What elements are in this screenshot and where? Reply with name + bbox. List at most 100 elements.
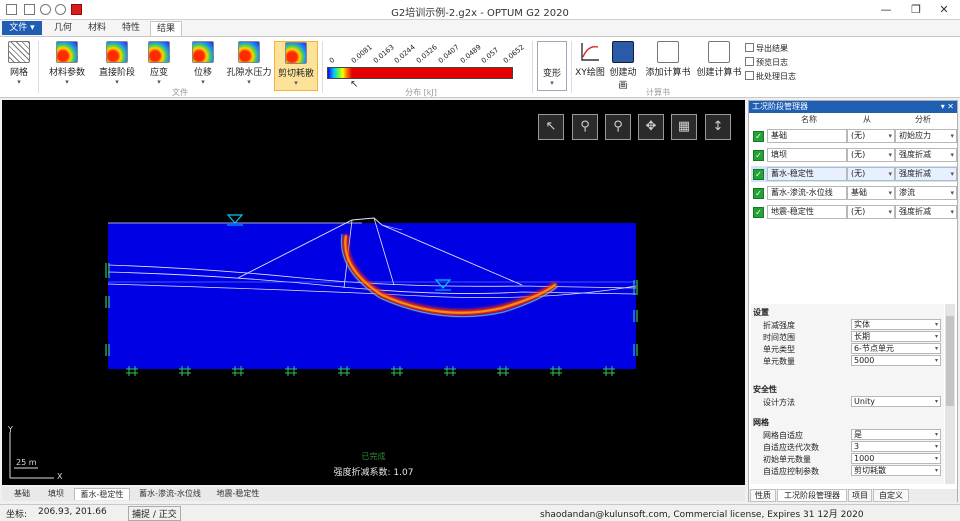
stage-enabled-checkbox[interactable]: ✓ — [753, 131, 764, 142]
stage-row[interactable]: ✓ 基础 (无) ▾ 初始应力 ▾ — [751, 128, 957, 144]
property-value[interactable]: 3 ▾ — [851, 441, 941, 452]
tab-results[interactable]: 结果 — [150, 21, 182, 36]
minimize-icon[interactable]: — — [872, 0, 900, 20]
model-viewport[interactable]: ↖ ⚲ ⚲ ✥ ▦ ↕ Y X 25 m 已完成 强度折减系数: 1.07 — [2, 100, 745, 485]
stage-enabled-checkbox[interactable]: ✓ — [753, 207, 764, 218]
close-icon[interactable]: ✕ — [930, 0, 958, 20]
stage-from-select[interactable]: (无) ▾ — [847, 167, 895, 181]
snap-ortho-toggle[interactable]: 捕捉 / 正交 — [128, 506, 181, 521]
contour-icon — [56, 41, 78, 63]
stage-tab-foundation[interactable]: 基础 — [6, 488, 38, 500]
property-label: 单元数量 — [763, 357, 795, 366]
xy-plot-button[interactable]: XY绘图 — [574, 41, 606, 91]
pan-icon[interactable]: ✥ — [638, 114, 664, 140]
stage-tab-fill-dam[interactable]: 填坝 — [40, 488, 72, 500]
mesh-button[interactable]: 网格 ▾ — [4, 41, 34, 91]
column-name: 名称 — [801, 115, 817, 124]
stage-name-cell[interactable]: 填坝 — [767, 148, 847, 162]
property-value-text: 剪切耗散 — [854, 466, 886, 475]
status-bar: 坐标: 206.93, 201.66 捕捉 / 正交 shaodandan@ku… — [0, 504, 960, 521]
stage-tabs: 基础 填坝 蓄水-稳定性 蓄水-渗流-水位线 地震-稳定性 — [2, 487, 745, 501]
property-value[interactable]: 剪切耗散 ▾ — [851, 465, 941, 476]
stage-from-select[interactable]: (无) ▾ — [847, 205, 895, 219]
colorbar-tick-label: 0.0163 — [371, 43, 396, 65]
create-animation-button[interactable]: 创建动画 — [606, 41, 640, 91]
strain-button[interactable]: 应变 ▾ — [144, 41, 174, 91]
group-label-file: 文件 — [172, 88, 188, 97]
maximize-icon[interactable]: ❐ — [902, 0, 930, 20]
stage-row[interactable]: ✓ 地震-稳定性 (无) ▾ 强度折减 ▾ — [751, 204, 957, 220]
tab-materials[interactable]: 材料 — [82, 21, 112, 36]
stage-row[interactable]: ✓ 蓄水-渗流-水位线 基础 ▾ 渗流 ▾ — [751, 185, 957, 201]
stage-enabled-checkbox[interactable]: ✓ — [753, 169, 764, 180]
property-value[interactable]: 5000 ▾ — [851, 355, 941, 366]
tab-stage-manager[interactable]: 工况阶段管理器 — [777, 489, 847, 502]
stage-from-select[interactable]: 基础 ▾ — [847, 186, 895, 200]
property-value[interactable]: 是 ▾ — [851, 429, 941, 440]
zoom-fit-icon[interactable]: ⚲ — [605, 114, 631, 140]
tab-custom[interactable]: 自定义 — [873, 489, 909, 502]
batch-log-label: 批处理日志 — [756, 72, 796, 81]
property-value[interactable]: 实体 ▾ — [851, 319, 941, 330]
property-value[interactable]: Unity ▾ — [851, 396, 941, 407]
tab-geometry[interactable]: 几何 — [48, 21, 78, 36]
panel-controls-icon[interactable]: ▾ ✕ — [941, 101, 954, 113]
deform-button[interactable]: 变形 ▾ — [537, 41, 567, 91]
chevron-down-icon: ▾ — [950, 170, 954, 178]
chevron-down-icon: ▾ — [950, 151, 954, 159]
export-results-button[interactable]: 导出结果 — [745, 43, 788, 54]
stage-tab-impound-seepage[interactable]: 蓄水-渗流-水位线 — [132, 488, 208, 500]
stage-properties: 设置 折减强度 实体 ▾ 时间范围 长期 ▾ 单元类型 6-节点单元 ▾ 单元数量 5000 ▾ 安全… — [751, 304, 944, 484]
tab-features[interactable]: 特性 — [116, 21, 146, 36]
colorbar-tick-label: 0 — [327, 55, 337, 65]
zoom-icon[interactable]: ⚲ — [572, 114, 598, 140]
stage-enabled-checkbox[interactable]: ✓ — [753, 150, 764, 161]
stage-analysis-select[interactable]: 强度折减 ▾ — [895, 205, 957, 219]
analysis-status: 已完成 — [361, 452, 386, 461]
contour-icon — [238, 41, 260, 63]
stage-name-cell[interactable]: 蓄水-渗流-水位线 — [767, 186, 847, 200]
displacement-button[interactable]: 位移 ▾ — [188, 41, 218, 91]
optum-g2-app: G2培训示例-2.g2x - OPTUM G2 2020 — ❐ ✕ 文件 ▾ … — [0, 0, 960, 521]
chevron-down-icon: ▾ — [888, 151, 892, 159]
property-value[interactable]: 6-节点单元 ▾ — [851, 343, 941, 354]
dimension-icon[interactable]: ↕ — [705, 114, 731, 140]
stage-analysis: 强度折减 — [899, 150, 931, 159]
add-report-button[interactable]: 添加计算书 — [644, 41, 692, 91]
stage-name-cell[interactable]: 地震-稳定性 — [767, 205, 847, 219]
stage-analysis-select[interactable]: 渗流 ▾ — [895, 186, 957, 200]
stage-row[interactable]: ✓ 填坝 (无) ▾ 强度折减 ▾ — [751, 147, 957, 163]
file-menu[interactable]: 文件 ▾ — [2, 21, 42, 35]
stage-row[interactable]: ✓ 蓄水-稳定性 (无) ▾ 强度折减 ▾ — [751, 166, 957, 182]
chevron-down-icon: ▾ — [934, 455, 938, 462]
stage-from-select[interactable]: (无) ▾ — [847, 129, 895, 143]
property-value[interactable]: 1000 ▾ — [851, 453, 941, 464]
stage-button[interactable]: 直接阶段 ▾ — [94, 41, 140, 91]
stage-enabled-checkbox[interactable]: ✓ — [753, 188, 764, 199]
stage-tab-seismic-stability[interactable]: 地震-稳定性 — [210, 488, 266, 500]
stage-from-select[interactable]: (无) ▾ — [847, 148, 895, 162]
stage-tab-impound-stability[interactable]: 蓄水-稳定性 — [74, 488, 130, 500]
scrollbar-thumb[interactable] — [946, 316, 954, 406]
stage-analysis-select[interactable]: 强度折减 ▾ — [895, 167, 957, 181]
stage-name-cell[interactable]: 蓄水-稳定性 — [767, 167, 847, 181]
pore-pressure-button[interactable]: 孔隙水压力 ▾ — [224, 41, 274, 91]
grid-icon[interactable]: ▦ — [671, 114, 697, 140]
stage-analysis-select[interactable]: 强度折减 ▾ — [895, 148, 957, 162]
tab-project[interactable]: 项目 — [848, 489, 872, 502]
property-value[interactable]: 长期 ▾ — [851, 331, 941, 342]
batch-log-button[interactable]: 批处理日志 — [745, 71, 796, 82]
create-report-button[interactable]: 创建计算书 — [696, 41, 742, 91]
shear-dissipation-button[interactable]: 剪切耗散 ▾ — [274, 41, 318, 91]
properties-scrollbar[interactable] — [945, 304, 955, 484]
stage-from: (无) — [851, 150, 866, 159]
section-mesh: 网格 — [753, 418, 769, 427]
preview-log-button[interactable]: 预览日志 — [745, 57, 788, 68]
stage-from: (无) — [851, 169, 866, 178]
material-params-button[interactable]: 材料参数 ▾ — [44, 41, 90, 91]
tab-properties[interactable]: 性质 — [750, 489, 776, 502]
stage-name-cell[interactable]: 基础 — [767, 129, 847, 143]
colorbar-tick-label: 0.0489 — [458, 43, 483, 65]
stage-analysis-select[interactable]: 初始应力 ▾ — [895, 129, 957, 143]
select-arrow-icon[interactable]: ↖ — [538, 114, 564, 140]
